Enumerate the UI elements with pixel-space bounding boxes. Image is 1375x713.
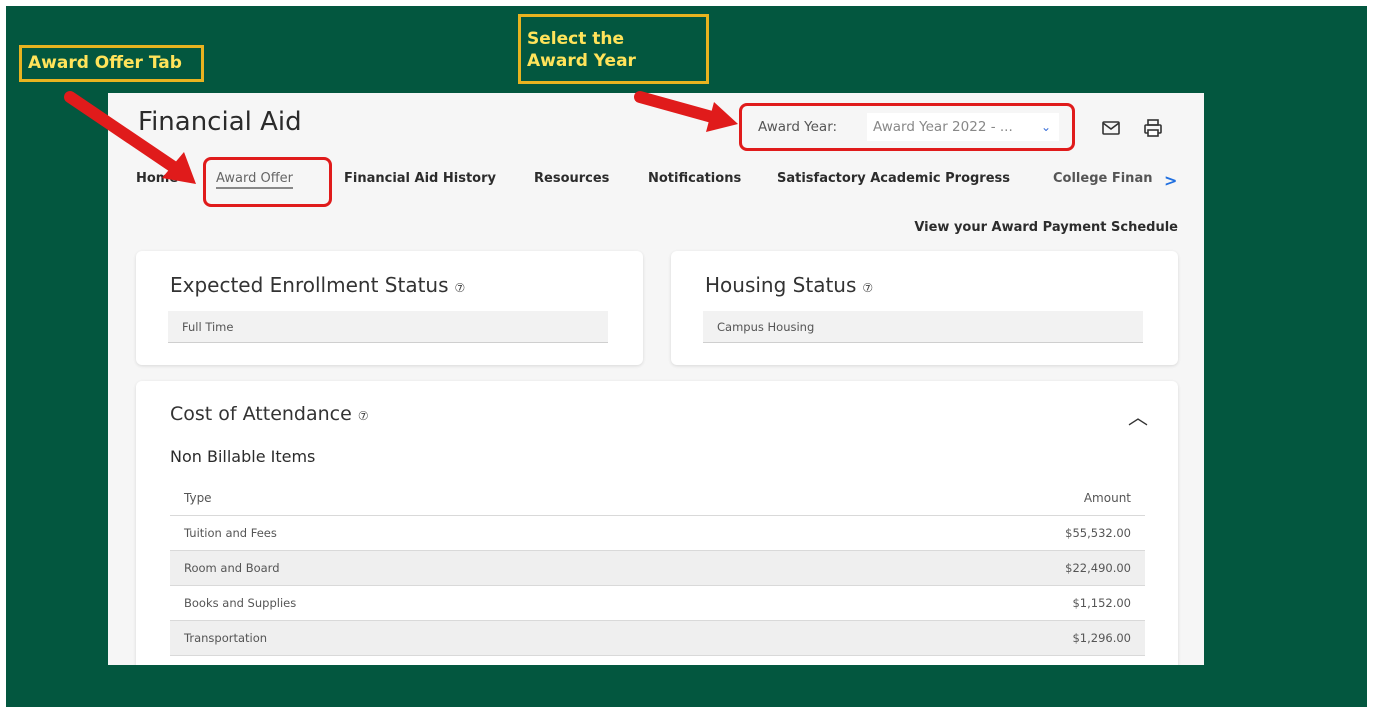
tab-financial-aid-history[interactable]: Financial Aid History xyxy=(344,171,496,186)
financial-aid-page: Financial Aid Award Year: Award Year 202… xyxy=(108,93,1204,665)
row-type: Transportation xyxy=(170,620,755,656)
callout-line-2: Award Year xyxy=(527,51,636,71)
print-icon[interactable] xyxy=(1142,117,1164,139)
page-title: Financial Aid xyxy=(138,107,302,137)
column-amount: Amount xyxy=(754,481,1145,516)
award-year-label: Award Year: xyxy=(758,119,838,135)
collapse-icon[interactable]: ︿ xyxy=(1128,401,1148,430)
cost-table: Type Amount Tuition and Fees $55,532.00 … xyxy=(170,481,1145,656)
cost-heading: Cost of Attendance xyxy=(170,403,352,425)
row-type: Tuition and Fees xyxy=(170,515,755,551)
enrollment-status-value: Full Time xyxy=(168,311,608,343)
award-year-highlight: Award Year: Award Year 2022 - ... ⌄ xyxy=(739,103,1075,151)
award-offer-highlight xyxy=(203,157,332,207)
tab-resources[interactable]: Resources xyxy=(534,171,609,186)
payment-schedule-link[interactable]: View your Award Payment Schedule xyxy=(914,220,1178,235)
housing-status-card: Housing Status ⑦ Campus Housing xyxy=(671,251,1178,365)
chevron-down-icon: ⌄ xyxy=(1040,120,1051,134)
award-year-value: Award Year 2022 - ... xyxy=(873,119,1013,135)
mail-icon[interactable] xyxy=(1100,117,1122,139)
column-type: Type xyxy=(170,481,755,516)
chevron-right-icon[interactable]: > xyxy=(1164,171,1177,190)
table-row: Room and Board $22,490.00 xyxy=(170,550,1145,586)
award-year-callout: Select the Award Year xyxy=(518,14,709,84)
housing-status-title: Housing Status ⑦ xyxy=(705,273,873,297)
tab-college-financing[interactable]: College Finan xyxy=(1053,171,1152,186)
row-amount: $1,152.00 xyxy=(754,585,1145,621)
row-amount: $22,490.00 xyxy=(754,550,1145,586)
row-type: Books and Supplies xyxy=(170,585,755,621)
housing-status-heading: Housing Status xyxy=(705,273,857,297)
enrollment-status-card: Expected Enrollment Status ⑦ Full Time xyxy=(136,251,643,365)
award-offer-tab-callout: Award Offer Tab xyxy=(19,45,204,82)
table-row: Books and Supplies $1,152.00 xyxy=(170,585,1145,621)
tab-notifications[interactable]: Notifications xyxy=(648,171,741,186)
table-row: Transportation $1,296.00 xyxy=(170,620,1145,656)
callout-line-1: Select the xyxy=(527,29,625,49)
cost-of-attendance-title: Cost of Attendance ⑦ xyxy=(170,403,369,425)
cost-of-attendance-card: Cost of Attendance ⑦ ︿ Non Billable Items… xyxy=(136,381,1178,665)
award-year-select[interactable]: Award Year 2022 - ... ⌄ xyxy=(867,113,1059,141)
row-amount: $1,296.00 xyxy=(754,620,1145,656)
row-type: Room and Board xyxy=(170,550,755,586)
callout-label: Award Offer Tab xyxy=(28,53,182,73)
tab-satisfactory-academic-progress[interactable]: Satisfactory Academic Progress xyxy=(777,171,1010,186)
row-amount: $55,532.00 xyxy=(754,515,1145,551)
table-header-row: Type Amount xyxy=(170,481,1145,516)
enrollment-status-title: Expected Enrollment Status ⑦ xyxy=(170,273,465,297)
help-icon[interactable]: ⑦ xyxy=(455,281,466,295)
table-row: Tuition and Fees $55,532.00 xyxy=(170,515,1145,551)
housing-status-value: Campus Housing xyxy=(703,311,1143,343)
enrollment-status-heading: Expected Enrollment Status xyxy=(170,273,449,297)
help-icon[interactable]: ⑦ xyxy=(358,409,369,423)
tab-home[interactable]: Home xyxy=(136,171,178,186)
help-icon[interactable]: ⑦ xyxy=(862,281,873,295)
non-billable-heading: Non Billable Items xyxy=(170,447,316,466)
